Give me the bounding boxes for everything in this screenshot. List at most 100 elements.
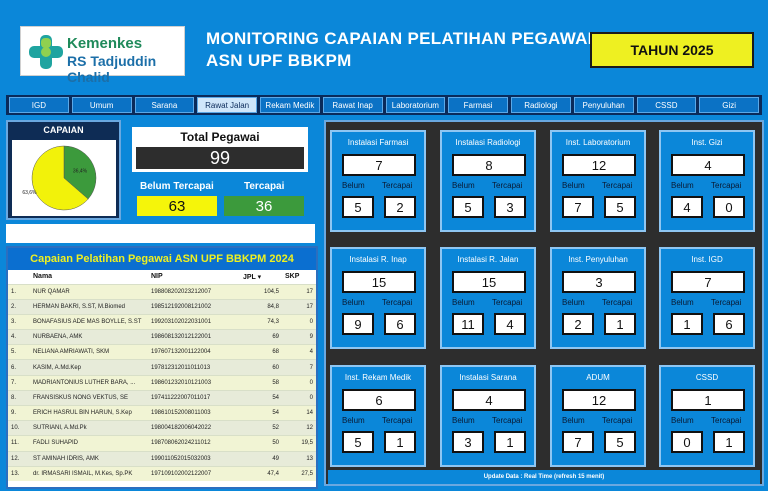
total-pegawai-label: Total Pegawai	[180, 130, 260, 144]
unit-card-tercapai-value: 6	[713, 313, 745, 335]
cell-skp: 12	[282, 420, 316, 436]
total-pegawai-value: 99	[136, 147, 304, 169]
page-title: MONITORING CAPAIAN PELATIHAN PEGAWAI ASN…	[206, 28, 593, 72]
table-row[interactable]: 10. SUTRIANI, A.Md.Pk 198004182006042022 52…	[8, 420, 316, 436]
nav-tab-gizi[interactable]: Gizi	[699, 97, 759, 113]
unit-card[interactable]: CSSD 1 Belum Tercapai 0 1	[659, 365, 755, 467]
cell-jpl: 50	[240, 435, 282, 452]
cell-nama: NUR QAMAR	[30, 283, 148, 300]
unit-card[interactable]: Instalasi Sarana 4 Belum Tercapai 3 1	[440, 365, 536, 467]
table-row[interactable]: 2. HERMAN BAKRI, S.ST, M.Biomed 1985121920…	[8, 298, 316, 315]
unit-card-tercapai-value: 0	[713, 196, 745, 218]
unit-card[interactable]: Inst. IGD 7 Belum Tercapai 1 6	[659, 247, 755, 349]
unit-card-tercapai-label: Tercapai	[382, 298, 413, 307]
nav-tab-sarana[interactable]: Sarana	[134, 97, 195, 113]
cell-jpl: 74,3	[240, 313, 282, 330]
pie-slice-label: 63,6%	[22, 190, 37, 196]
nav-tab-rekam-medik[interactable]: Rekam Medik	[260, 97, 320, 113]
unit-card-tercapai-label: Tercapai	[711, 298, 742, 307]
col-header-nama[interactable]: Nama	[30, 270, 148, 284]
unit-card-belum-value: 4	[671, 196, 703, 218]
table-row[interactable]: 11. FADLI SUHAPID 198708062024211012 50 19,5	[8, 435, 316, 452]
table-row[interactable]: 5. NELIANA AMRIAWATI, SKM 1976071320011220…	[8, 344, 316, 360]
unit-card-total: 7	[671, 271, 745, 293]
cell-nip: 197812312011011013	[148, 359, 240, 376]
col-header-skp[interactable]: SKP	[282, 270, 316, 284]
unit-card-tercapai-value: 4	[494, 313, 526, 335]
unit-card-belum-label: Belum	[562, 181, 585, 190]
nav-tab-farmasi[interactable]: Farmasi	[448, 97, 508, 113]
nav-tab-rawat-inap[interactable]: Rawat Inap	[322, 97, 383, 113]
unit-card-total: 3	[562, 271, 636, 293]
unit-card[interactable]: Inst. Rekam Medik 6 Belum Tercapai 5 1	[330, 365, 426, 467]
table-row[interactable]: 8. FRANSISKUS NONG VEKTUS, SE 197411222007…	[8, 389, 316, 406]
nav-tab-umum[interactable]: Umum	[71, 97, 132, 113]
cell-jpl: 52	[240, 420, 282, 436]
unit-card[interactable]: Instalasi R. Jalan 15 Belum Tercapai 11 4	[440, 247, 536, 349]
page-title-line2: ASN UPF BBKPM	[206, 51, 352, 70]
unit-card-belum-label: Belum	[452, 416, 475, 425]
unit-card[interactable]: Instalasi Farmasi 7 Belum Tercapai 5 2	[330, 130, 426, 232]
unit-card-total: 7	[342, 154, 416, 176]
col-header-nip[interactable]: NIP	[148, 270, 240, 284]
unit-card[interactable]: Instalasi R. Inap 15 Belum Tercapai 9 6	[330, 247, 426, 349]
table-row[interactable]: 3. BONAFASIUS ADE MAS BOYLLE, S.ST 1992031…	[8, 313, 316, 330]
table-row[interactable]: 9. ERICH HASRUL BIN HARUN, S.Kep 198610152…	[8, 404, 316, 421]
cell-jpl: 54	[240, 404, 282, 421]
unit-card-belum-value: 1	[671, 313, 703, 335]
unit-card[interactable]: Instalasi Radiologi 8 Belum Tercapai 5 3	[440, 130, 536, 232]
unit-card-belum-label: Belum	[671, 181, 694, 190]
cell-nama: BONAFASIUS ADE MAS BOYLLE, S.ST	[30, 313, 148, 330]
cell-nip: 197109102002122007	[148, 465, 240, 482]
table-row[interactable]: 6. KASIM, A.Md.Kep 197812312011011013 60 7	[8, 359, 316, 376]
table-row[interactable]: 13. dr. IRMASARI ISMAIL, M.Kes, Sp.PK 1971…	[8, 465, 316, 482]
capaian-pie-area: 36,4% 63,6%	[12, 140, 116, 216]
cell-skp: 27,5	[282, 465, 316, 482]
cell-nip: 199203102022031001	[148, 313, 240, 330]
cell-no: 3.	[8, 313, 30, 330]
nav-tab-laboratorium[interactable]: Laboratorium	[385, 97, 446, 113]
unit-card-total: 6	[342, 389, 416, 411]
sort-desc-icon[interactable]: ▾	[258, 274, 262, 281]
tercapai-value: 36	[224, 196, 304, 216]
table-row[interactable]: 7. MADRIANTONIUS LUTHER BARA, ... 19860123…	[8, 374, 316, 391]
unit-card-belum-value: 3	[452, 431, 484, 453]
unit-card-name: Inst. Penyuluhan	[568, 255, 628, 264]
cell-nip: 198601232010121003	[148, 374, 240, 391]
unit-card-belum-value: 5	[452, 196, 484, 218]
cell-no: 7.	[8, 374, 30, 391]
unit-card-tercapai-value: 3	[494, 196, 526, 218]
cell-no: 9.	[8, 404, 30, 421]
cell-no: 1.	[8, 283, 30, 300]
cell-skp: 13	[282, 450, 316, 467]
table-row[interactable]: 1. NUR QAMAR 198808202023212007 104,5 17	[8, 283, 316, 300]
cell-jpl: 60	[240, 359, 282, 376]
unit-card[interactable]: Inst. Gizi 4 Belum Tercapai 4 0	[659, 130, 755, 232]
nav-tab-igd[interactable]: IGD	[9, 97, 69, 113]
filter-strip[interactable]	[6, 224, 315, 243]
unit-card[interactable]: Inst. Penyuluhan 3 Belum Tercapai 2 1	[550, 247, 646, 349]
table-row[interactable]: 4. NURBAENA, AMK 198608132012122001 69 9	[8, 329, 316, 345]
unit-card-tercapai-value: 1	[494, 431, 526, 453]
col-header-jpl[interactable]: JPL ▾	[240, 270, 282, 284]
capaian-pie-chart[interactable]: 36,4% 63,6%	[12, 140, 116, 216]
nav-tab-penyuluhan[interactable]: Penyuluhan	[573, 97, 634, 113]
unit-card-tercapai-label: Tercapai	[492, 298, 523, 307]
table-row[interactable]: 12. ST AMINAH IDRIS, AMK 19901105201503200…	[8, 450, 316, 467]
unit-card-total: 15	[452, 271, 526, 293]
header: Kemenkes RS Tadjuddin Chalid MONITORING …	[4, 4, 764, 86]
unit-card-belum-value: 0	[671, 431, 703, 453]
cell-skp: 0	[282, 313, 316, 330]
nav-tab-cssd[interactable]: CSSD	[636, 97, 697, 113]
unit-card[interactable]: ADUM 12 Belum Tercapai 7 5	[550, 365, 646, 467]
nav-tab-rawat-jalan[interactable]: Rawat Jalan	[197, 97, 257, 113]
unit-card-belum-label: Belum	[452, 181, 475, 190]
cell-jpl: 69	[240, 329, 282, 345]
cell-skp: 14	[282, 404, 316, 421]
table-title: Capaian Pelatihan Pegawai ASN UPF BBKPM …	[8, 248, 316, 270]
unit-card[interactable]: Inst. Laboratorium 12 Belum Tercapai 7 5	[550, 130, 646, 232]
capaian-table-panel: Capaian Pelatihan Pegawai ASN UPF BBKPM …	[6, 246, 318, 489]
cell-no: 13.	[8, 465, 30, 482]
nav-tab-radiologi[interactable]: Radiologi	[511, 97, 571, 113]
unit-card-tercapai-value: 6	[384, 313, 416, 335]
